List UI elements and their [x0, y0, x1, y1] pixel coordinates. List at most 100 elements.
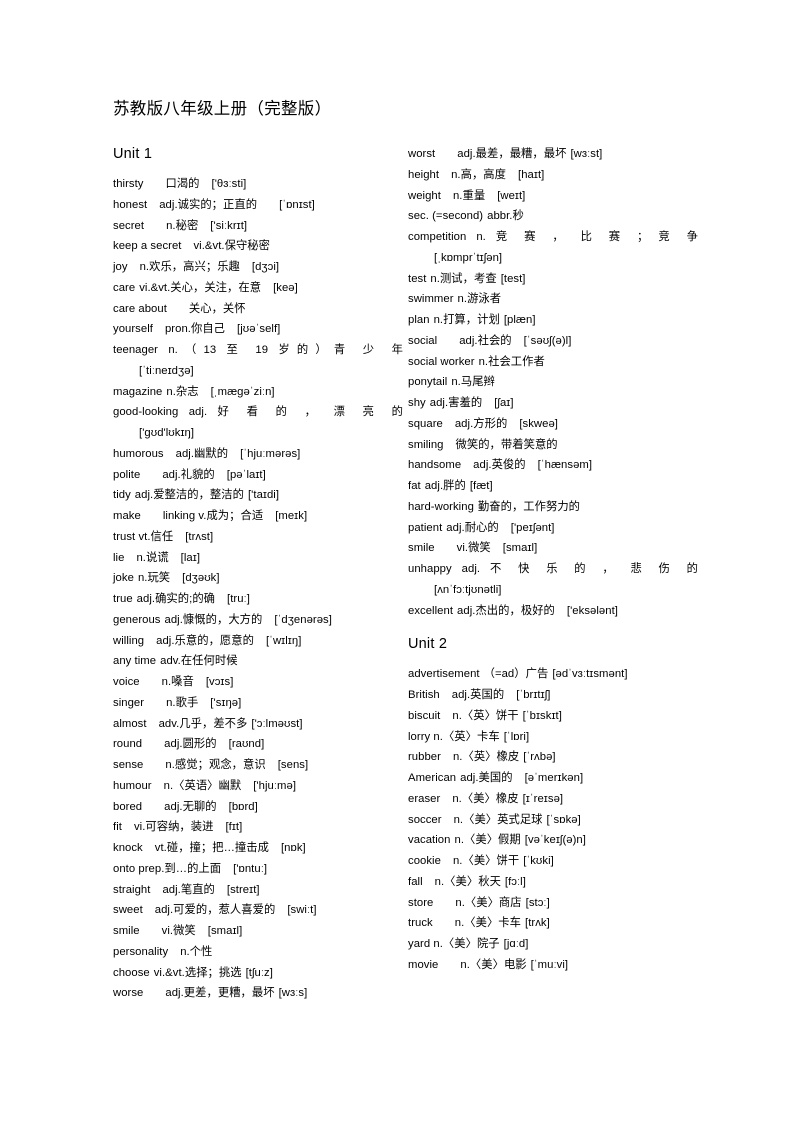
entry-definition: adj.杰出的，极好的	[457, 604, 555, 617]
entry-word: thirsty	[113, 178, 144, 190]
vocabulary-entry: magazine n.杂志 [ˌmægəˈziːn]	[113, 382, 403, 403]
vocabulary-entry: cookie n.〈美〉饼干 [ˈkʊki]	[408, 851, 698, 872]
entry-word: yourself	[113, 323, 153, 336]
entry-definition: vt.信任	[138, 530, 174, 543]
entry-definition: n.〈美〉假期	[454, 834, 521, 847]
entry-word: generous	[113, 613, 161, 626]
vocabulary-entry: lie n.说谎 [laɪ]	[113, 548, 403, 569]
entry-word: personality	[113, 945, 169, 958]
entry-phonetic: [ˈɒnɪst]	[279, 198, 315, 211]
entry-text: teenager n.（13 至 19 岁的）青 少 年	[113, 344, 403, 356]
entry-word: make	[113, 510, 141, 522]
entry-word: American	[408, 772, 457, 784]
entry-phonetic: [skweə]	[519, 417, 558, 430]
vocabulary-entry: smile vi.微笑 [smaɪl]	[408, 538, 698, 559]
entry-phonetic: [ˈsəʊʃ(ə)l]	[523, 334, 572, 347]
entry-word: willing	[113, 634, 145, 647]
vocabulary-entry: singer n.歌手 ['sɪŋə]	[113, 693, 403, 714]
entry-definition: 口渴的	[165, 178, 200, 190]
entry-definition: n.秘密	[166, 219, 199, 232]
entry-phonetic: [wɜːst]	[570, 148, 603, 160]
page-title: 苏教版八年级上册（完整版）	[113, 100, 332, 118]
entry-phonetic: [ɪˈreɪsə]	[522, 792, 564, 805]
entry-word: any time	[113, 655, 157, 668]
document-page: 苏教版八年级上册（完整版） Unit 1 thirsty 口渴的 ['θɜːsti]…	[0, 0, 793, 1122]
vocabulary-entry: tidy adj.爱整洁的，整洁的 ['taɪdi]	[113, 485, 403, 506]
entry-definition: adj.爱整洁的，整洁的	[134, 489, 244, 502]
vocabulary-entry: straight adj.笔直的 [streɪt]	[113, 880, 403, 901]
entry-word: bored	[113, 800, 143, 813]
entry-word: store	[408, 896, 434, 909]
entry-text: [ˌkɒmprˈtɪʃən]	[434, 251, 503, 264]
entry-definition: vi.&vt.保守秘密	[193, 240, 270, 253]
entry-definition: abbr.秒	[487, 210, 524, 223]
vocabulary-entry: sec. (=second) abbr.秒	[408, 206, 698, 227]
entry-phonetic: [plæn]	[503, 314, 536, 326]
entry-word: worse	[113, 987, 144, 1000]
vocabulary-entry: any time adv.在任何时候	[113, 651, 403, 672]
entry-definition: adj.礼貌的	[162, 468, 215, 481]
vocabulary-entry: [ˈtiːneɪdʒə]	[113, 361, 403, 382]
entry-word: yard	[408, 938, 431, 950]
entry-phonetic: [stɔː]	[525, 896, 550, 909]
entry-definition: n.〈美〉橡皮	[452, 792, 519, 805]
entry-word: test	[408, 272, 427, 285]
entry-phonetic: ['θɜːsti]	[211, 178, 247, 190]
entry-text: [ʌnˈfɔːtjʊnətli]	[434, 583, 502, 596]
vocabulary-entry: sense n.感觉；观念，意识 [sens]	[113, 755, 403, 776]
vocabulary-entry: fall n.〈美〉秋天 [fɔːl]	[408, 872, 698, 893]
entry-phonetic: ['taɪdi]	[247, 489, 280, 502]
entry-definition: n.〈美〉商店	[455, 896, 522, 909]
entry-phonetic: [laɪ]	[180, 551, 201, 564]
entry-word: British	[408, 689, 440, 701]
vocabulary-entry: good-looking adj. 好 看 的 ， 漂 亮 的	[113, 402, 403, 423]
entry-word: round	[113, 738, 143, 751]
entry-definition: adj.社会的	[459, 334, 512, 347]
vocabulary-entry: almost adv.几乎，差不多 ['ɔːlməʊst]	[113, 714, 403, 735]
entry-definition: adj.耐心的	[446, 521, 499, 534]
entry-definition: adj.慷慨的，大方的	[164, 613, 263, 626]
vocabulary-entry: vacation n.〈美〉假期 [vəˈkeɪʃ(ə)n]	[408, 830, 698, 851]
entry-phonetic: [ˈdʒenərəs]	[274, 613, 332, 626]
entry-word: almost	[113, 717, 147, 730]
vocabulary-entry: keep a secret vi.&vt.保守秘密	[113, 236, 403, 257]
entry-phonetic: [ˈbrɪtɪʃ]	[516, 689, 551, 701]
vocabulary-entry: handsome adj.英俊的 [ˈhænsəm]	[408, 455, 698, 476]
entry-phonetic: [ˈkʊki]	[523, 855, 554, 867]
entry-word: humour	[113, 779, 152, 792]
entry-phonetic: ['siːkrɪt]	[210, 219, 248, 232]
vocabulary-entry: onto prep.到…的上面 ['ɒntuː]	[113, 859, 403, 880]
vocabulary-entry: soccer n.〈美〉英式足球 [ˈsɒkə]	[408, 810, 698, 831]
entry-definition: adj.胖的	[424, 480, 466, 492]
entry-definition: n.杂志	[166, 385, 199, 398]
entry-definition: n.马尾辫	[451, 376, 495, 389]
vocabulary-entry: knock vt.碰，撞；把…撞击成 [nɒk]	[113, 838, 403, 859]
left-column: Unit 1 thirsty 口渴的 ['θɜːsti] honest adj.诚实的；…	[113, 144, 403, 1004]
entry-definition: n.〈英〉饼干	[452, 709, 519, 722]
entry-word: voice	[113, 676, 140, 688]
entry-phonetic: [ˈrʌbə]	[523, 751, 556, 764]
entry-word: shy	[408, 397, 426, 409]
entry-text: [ˈtiːneɪdʒə]	[139, 364, 194, 377]
entry-phonetic: [ˈwɪlɪŋ]	[265, 634, 302, 647]
vocabulary-entry: worst adj.最差，最糟，最坏 [wɜːst]	[408, 144, 698, 165]
entry-word: cookie	[408, 855, 441, 867]
entry-definition: n.〈美〉卡车	[454, 917, 521, 930]
entry-phonetic: [fɔːl]	[504, 875, 526, 888]
vocabulary-entry: store n.〈美〉商店 [stɔː]	[408, 893, 698, 914]
entry-word: straight	[113, 883, 151, 896]
entry-definition: n.高，高度	[451, 168, 507, 181]
two-column-layout: Unit 1 thirsty 口渴的 ['θɜːsti] honest adj.诚实的；…	[113, 144, 698, 1004]
entry-definition: n.〈英〉卡车	[433, 730, 500, 743]
entry-word: handsome	[408, 459, 462, 472]
entry-definition: vi.&vt.选择；挑选	[153, 966, 242, 979]
entry-phonetic: [ˈlɒri]	[503, 730, 530, 743]
vocabulary-entry: joke n.玩笑 [dʒəʊk]	[113, 568, 403, 589]
entry-word: singer	[113, 696, 145, 709]
entry-phonetic: ['sɪŋə]	[210, 696, 242, 709]
vocabulary-entry: humorous adj.幽默的 [ˈhjuːmərəs]	[113, 444, 403, 465]
entry-definition: vt.碰，撞；把…撞击成	[154, 842, 269, 854]
entry-definition: n.〈美〉电影	[460, 958, 527, 971]
entry-definition: n.测试，考查	[430, 272, 497, 285]
entry-word: care about	[113, 302, 167, 315]
